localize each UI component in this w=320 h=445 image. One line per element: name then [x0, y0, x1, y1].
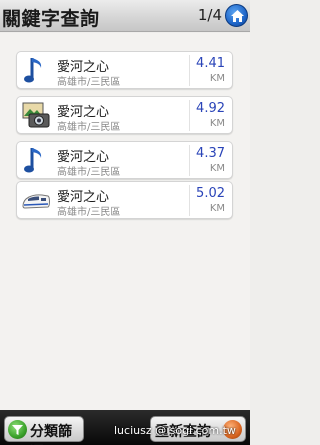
item-address: 高雄市/三民區: [57, 122, 121, 133]
photo-camera-icon: [20, 99, 52, 131]
item-address: 高雄市/三民區: [57, 167, 121, 178]
home-button[interactable]: [225, 4, 248, 27]
list-item[interactable]: 愛河之心 高雄市/三民區 4.92 KM: [16, 96, 233, 134]
item-divider: [189, 55, 190, 86]
item-distance-unit: KM: [209, 203, 225, 214]
item-address: 高雄市/三民區: [57, 207, 121, 218]
item-distance-unit: KM: [209, 73, 225, 84]
item-distance: 4.37: [196, 146, 225, 161]
home-icon: [231, 10, 244, 22]
item-distance-unit: KM: [209, 163, 225, 174]
item-distance: 4.92: [196, 101, 225, 116]
result-list: 愛河之心 高雄市/三民區 4.41 KM 愛河之心 高雄市/三民區 4.92 K…: [0, 33, 250, 410]
category-filter-label: 分類篩選: [30, 424, 72, 445]
music-note-icon: [20, 54, 52, 86]
page-title: 關鍵字查詢: [2, 8, 100, 30]
list-item[interactable]: 愛河之心 高雄市/三民區 4.37 KM: [16, 141, 233, 179]
filter-icon: [8, 420, 27, 439]
item-distance: 4.41: [196, 56, 225, 71]
page-indicator: 1/4: [197, 6, 222, 24]
list-item[interactable]: 愛河之心 高雄市/三民區 5.02 KM: [16, 181, 233, 219]
list-item[interactable]: 愛河之心 高雄市/三民區 4.41 KM: [16, 51, 233, 89]
item-distance-unit: KM: [209, 118, 225, 129]
watermark: luciusz @ sogi.com.tw: [114, 424, 236, 437]
category-filter-button[interactable]: 分類篩選: [4, 416, 84, 445]
item-divider: [189, 100, 190, 131]
header-bar: 關鍵字查詢 1/4: [0, 0, 250, 32]
item-distance: 5.02: [196, 186, 225, 201]
bullet-train-icon: [20, 184, 52, 216]
item-address: 高雄市/三民區: [57, 77, 121, 88]
item-divider: [189, 185, 190, 216]
music-note-icon: [20, 144, 52, 176]
item-divider: [189, 145, 190, 176]
